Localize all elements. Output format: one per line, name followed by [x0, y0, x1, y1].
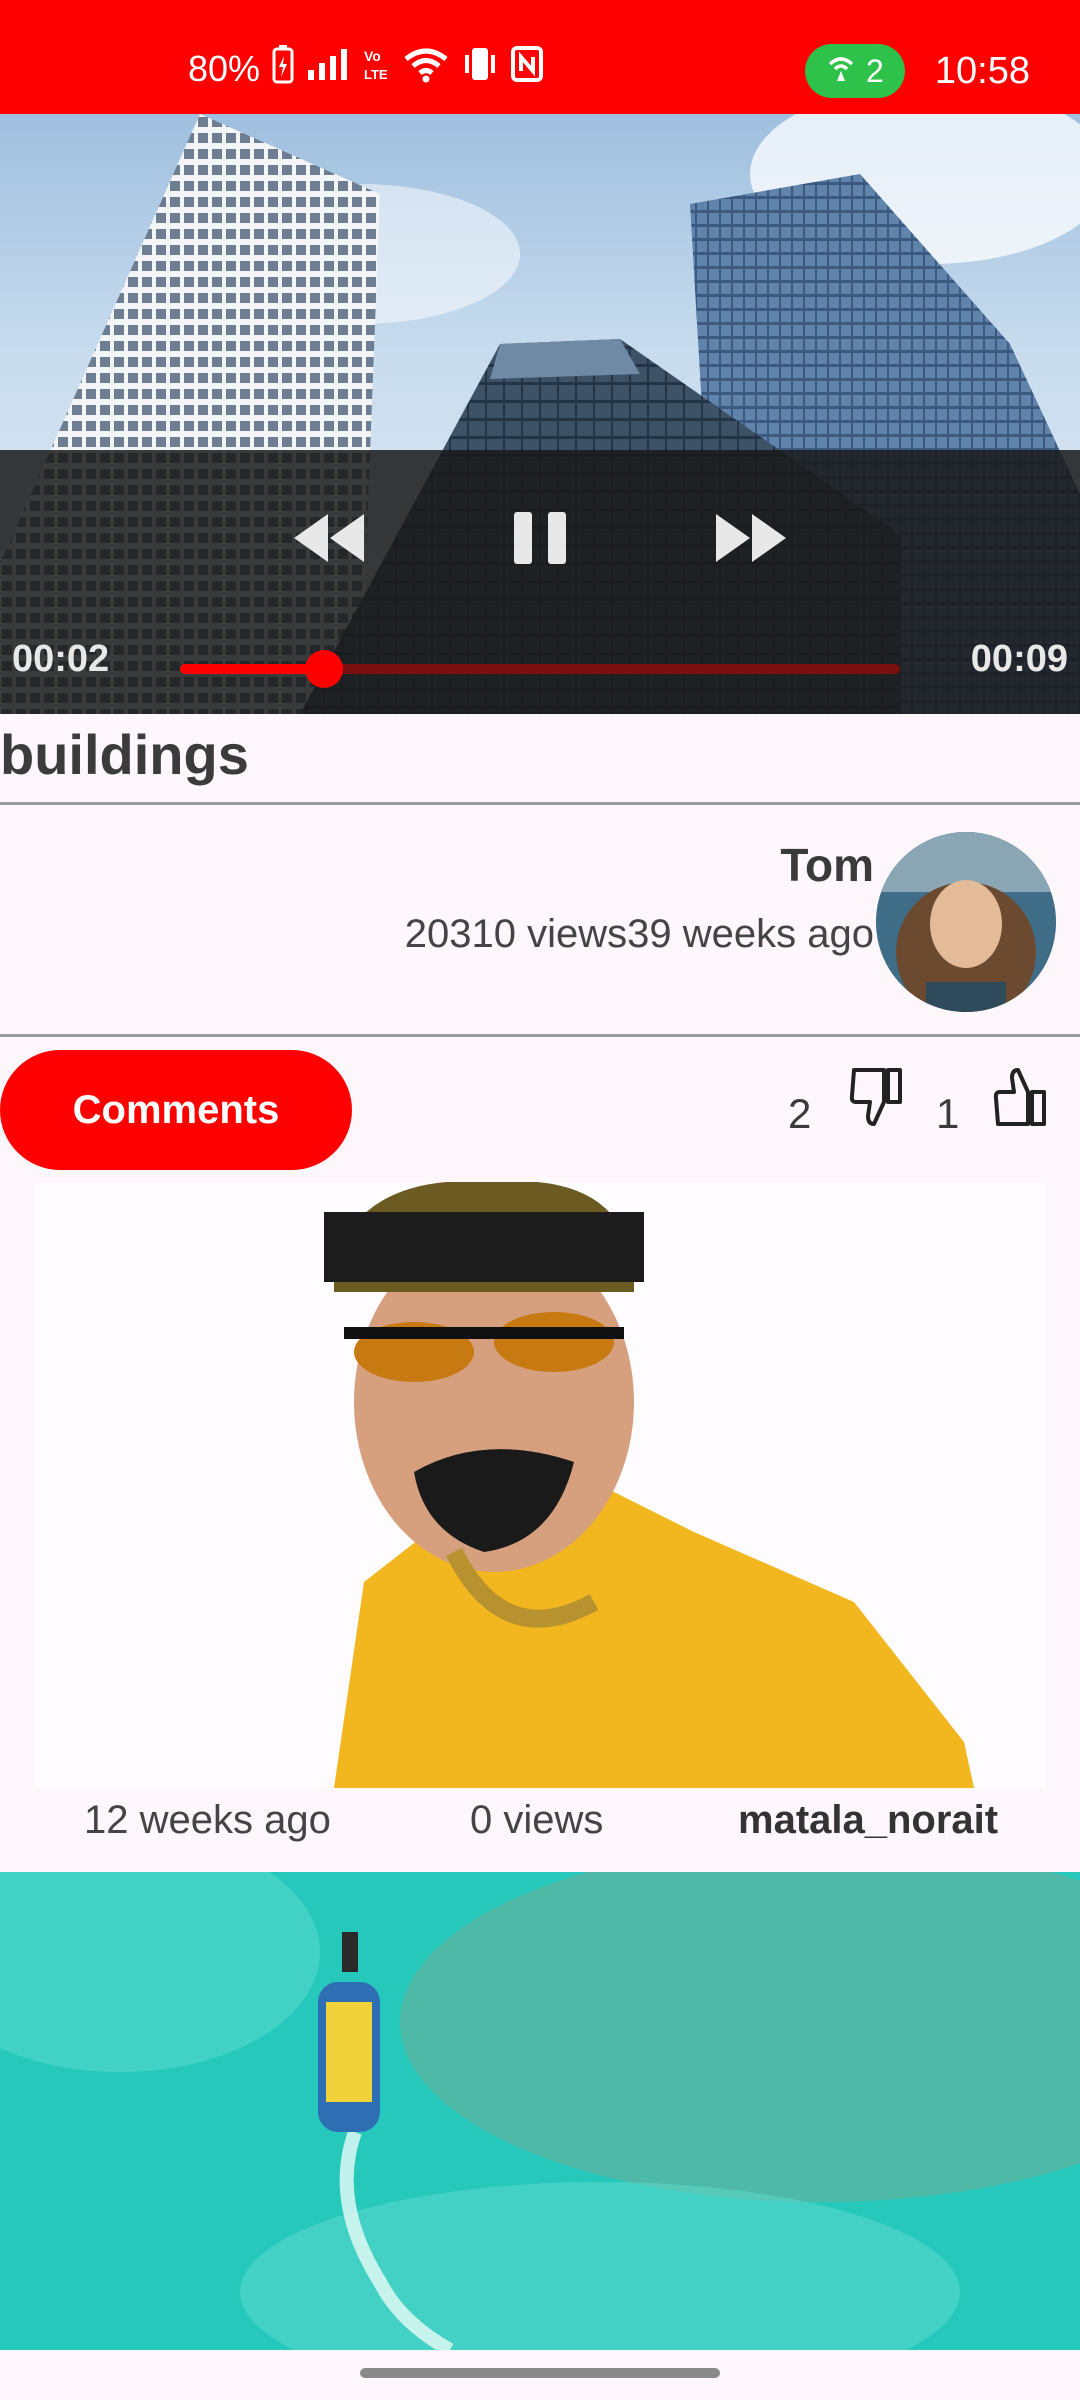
video-title: buildings — [0, 723, 249, 786]
pause-button[interactable] — [510, 508, 570, 571]
thumbnail-image — [34, 1182, 1046, 1788]
related-author[interactable]: matala_norait — [738, 1798, 998, 1843]
dislike-icon — [848, 1068, 904, 1132]
related-age: 12 weeks ago — [84, 1798, 331, 1842]
rewind-button[interactable] — [290, 508, 366, 571]
hotspot-icon — [826, 52, 856, 90]
related-video-thumbnail[interactable] — [34, 1182, 1046, 1788]
navigation-handle[interactable] — [360, 2368, 720, 2378]
volte-icon: Vo LTE — [362, 45, 390, 92]
status-bar: 80% Vo LTE 2 10:58 — [0, 0, 1080, 114]
wifi-icon — [402, 45, 450, 92]
fast-forward-button[interactable] — [714, 508, 790, 571]
seek-progress — [180, 664, 324, 674]
related-views: 0 views — [470, 1798, 604, 1842]
divider — [0, 1034, 1080, 1037]
signal-icon — [306, 46, 350, 91]
svg-text:LTE: LTE — [364, 67, 388, 82]
author-name[interactable]: Tom — [780, 838, 874, 892]
dislike-count: 2 — [788, 1090, 812, 1137]
elapsed-time: 00:02 — [12, 638, 110, 680]
seek-thumb[interactable] — [305, 650, 343, 688]
svg-text:Vo: Vo — [364, 48, 381, 64]
like-count: 1 — [936, 1090, 960, 1137]
status-left: 80% Vo LTE — [188, 44, 544, 93]
total-duration: 00:09 — [970, 638, 1068, 680]
battery-percent: 80% — [188, 47, 261, 89]
hotspot-count: 2 — [866, 52, 884, 89]
fast-forward-icon — [714, 514, 790, 571]
divider — [0, 802, 1080, 805]
rewind-icon — [290, 514, 366, 571]
vibrate-icon — [462, 45, 498, 92]
pause-icon — [510, 512, 570, 571]
video-player[interactable]: 00:02 00:09 — [0, 114, 1080, 714]
dislike-button[interactable] — [848, 1066, 904, 1133]
thumbnail-image — [0, 1872, 1080, 2350]
status-right: 2 10:58 — [804, 44, 1030, 98]
clock: 10:58 — [934, 49, 1030, 92]
hotspot-indicator: 2 — [804, 44, 905, 98]
seek-bar[interactable] — [180, 650, 900, 688]
avatar[interactable] — [876, 832, 1056, 1012]
like-icon — [992, 1068, 1048, 1132]
nfc-icon — [510, 45, 544, 92]
battery-icon — [272, 44, 294, 93]
like-button[interactable] — [992, 1066, 1048, 1133]
related-video-thumbnail[interactable] — [0, 1872, 1080, 2350]
video-meta: 20310 views39 weeks ago — [404, 912, 874, 956]
comments-button[interactable]: Comments — [0, 1050, 352, 1170]
player-controls — [0, 450, 1080, 714]
